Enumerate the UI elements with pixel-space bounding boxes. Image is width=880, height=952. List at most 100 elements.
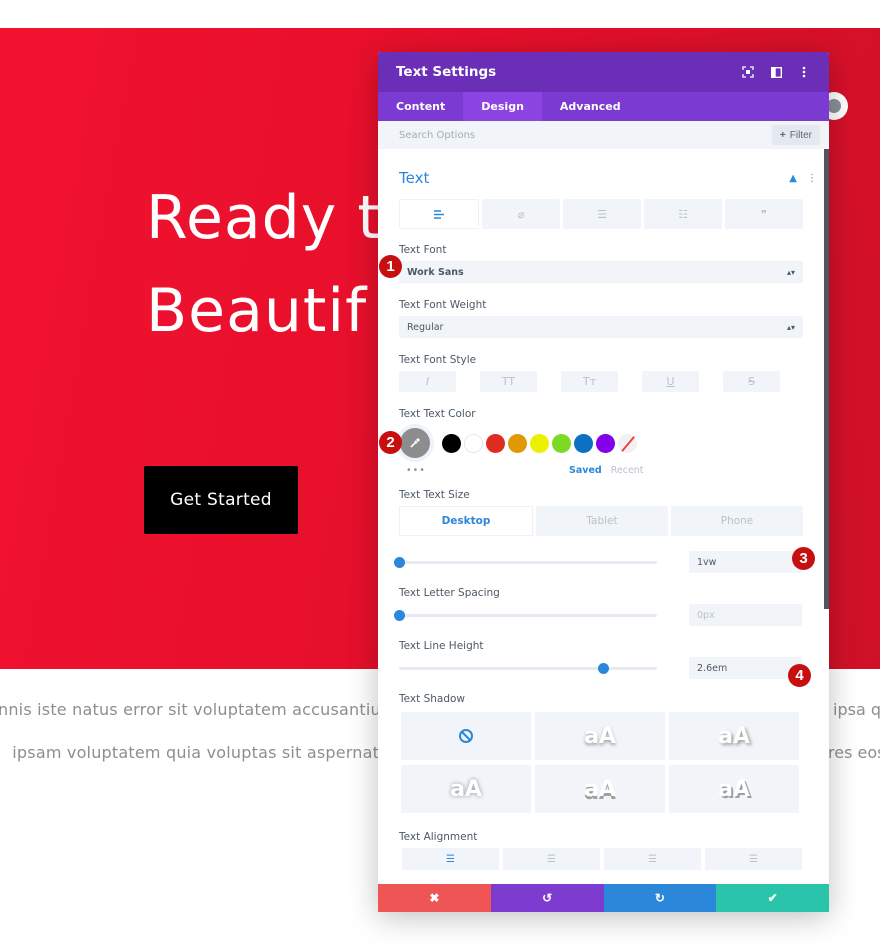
scrollbar[interactable]: [824, 149, 829, 609]
globe-icon: [827, 99, 841, 113]
filter-button[interactable]: + Filter: [771, 125, 820, 145]
text-section-header[interactable]: Text ▲ ⋮: [378, 157, 829, 199]
transparent-swatch[interactable]: [618, 433, 637, 453]
align-left-icon: ☰: [446, 853, 455, 865]
search-options-input[interactable]: Search Options: [399, 130, 772, 141]
align-justify-button[interactable]: ☰: [705, 848, 802, 870]
filter-label: Filter: [789, 129, 812, 141]
color-swatch[interactable]: [530, 433, 549, 453]
tab-advanced[interactable]: Advanced: [542, 92, 639, 121]
align-justify-icon: ☰: [749, 853, 758, 865]
modal-body: Text ▲ ⋮ ⌀ ☰ ☷ ❞ Text Font Work Sans ▴▾ …: [378, 149, 829, 882]
eyedropper-icon: [410, 438, 420, 448]
redo-button[interactable]: ↻: [603, 884, 717, 912]
undo-icon: ↺: [542, 891, 553, 905]
color-swatch[interactable]: [596, 433, 615, 453]
color-picker-button[interactable]: [400, 428, 430, 458]
underline-button[interactable]: U: [642, 371, 699, 392]
focus-icon[interactable]: [741, 65, 755, 79]
callout-badge-2: 2: [379, 431, 402, 454]
saved-colors-tab[interactable]: Saved: [569, 465, 602, 476]
shadow-preset-option[interactable]: aA: [535, 765, 665, 813]
get-started-button[interactable]: Get Started: [144, 466, 298, 534]
text-color-label: Text Text Color: [399, 408, 476, 420]
modal-tabs: Content Design Advanced: [378, 92, 829, 121]
unordered-list-icon: ☰: [597, 207, 607, 221]
shadow-preset-option[interactable]: aA: [669, 712, 799, 760]
shadow-preset-option[interactable]: aA: [535, 712, 665, 760]
uppercase-icon: TT: [501, 375, 516, 388]
device-tab-phone[interactable]: Phone: [671, 506, 803, 536]
text-type-tabs: ⌀ ☰ ☷ ❞: [399, 199, 803, 229]
slider-handle[interactable]: [597, 662, 609, 674]
align-left-icon: [434, 209, 444, 219]
text-type-ordered-list[interactable]: ☷: [644, 199, 722, 229]
section-title: Text: [399, 169, 430, 187]
color-swatch[interactable]: [508, 433, 527, 453]
color-swatch[interactable]: [574, 433, 593, 453]
align-center-button[interactable]: ☰: [503, 848, 600, 870]
underline-icon: U: [666, 375, 675, 388]
device-tab-desktop[interactable]: Desktop: [399, 506, 533, 536]
color-swatch[interactable]: [486, 433, 505, 453]
letter-spacing-slider[interactable]: [394, 609, 657, 621]
modal-title: Text Settings: [396, 64, 497, 80]
link-icon: ⌀: [517, 207, 525, 221]
callout-badge-3: 3: [792, 547, 815, 570]
no-shadow-icon: [459, 729, 473, 743]
recent-colors-tab[interactable]: Recent: [611, 465, 644, 476]
hero-title: Ready t Beautif: [146, 183, 382, 346]
italic-button[interactable]: I: [399, 371, 456, 392]
text-size-input[interactable]: 1vw: [689, 551, 802, 573]
color-swatch[interactable]: [442, 433, 461, 453]
strikethrough-button[interactable]: S: [723, 371, 780, 392]
letter-spacing-input[interactable]: 0px: [689, 604, 802, 626]
italic-icon: I: [425, 375, 430, 388]
text-font-weight-value: Regular: [407, 321, 444, 333]
split-view-icon[interactable]: [769, 65, 783, 79]
text-type-link[interactable]: ⌀: [482, 199, 560, 229]
shadow-none-option[interactable]: [401, 712, 531, 760]
text-size-slider[interactable]: [394, 556, 657, 568]
capitalize-button[interactable]: Tт: [561, 371, 618, 392]
slider-handle[interactable]: [394, 556, 405, 568]
text-type-unordered-list[interactable]: ☰: [563, 199, 641, 229]
select-arrows-icon: ▴▾: [786, 322, 795, 332]
line-height-label: Text Line Height: [399, 640, 484, 652]
color-swatch[interactable]: [464, 433, 483, 453]
text-font-style-label: Text Font Style: [399, 354, 477, 366]
text-font-select[interactable]: Work Sans ▴▾: [399, 261, 803, 283]
device-tab-tablet[interactable]: Tablet: [536, 506, 668, 536]
shadow-preset-option[interactable]: aA: [401, 765, 531, 813]
capitalize-icon: Tт: [582, 375, 597, 388]
strikethrough-icon: S: [748, 375, 755, 388]
align-left-button[interactable]: ☰: [402, 848, 499, 870]
more-vertical-icon[interactable]: [797, 65, 811, 79]
body-text-fragment: ipsa q: [833, 700, 880, 719]
uppercase-button[interactable]: TT: [480, 371, 537, 392]
shadow-preset-option[interactable]: aA: [669, 765, 799, 813]
discard-button[interactable]: ✖: [378, 884, 491, 912]
chevron-up-icon[interactable]: ▲: [789, 173, 797, 184]
tab-design[interactable]: Design: [463, 92, 542, 121]
callout-badge-1: 1: [379, 255, 402, 278]
more-vertical-icon[interactable]: ⋮: [807, 173, 817, 184]
slider-handle[interactable]: [394, 609, 405, 621]
plus-icon: +: [779, 129, 786, 141]
line-height-input[interactable]: 2.6em: [689, 657, 802, 679]
text-alignment-label: Text Alignment: [399, 831, 478, 843]
align-right-icon: ☰: [648, 853, 657, 865]
line-height-slider[interactable]: [399, 662, 657, 674]
save-button[interactable]: ✔: [716, 884, 829, 912]
redo-icon: ↻: [654, 891, 665, 905]
more-colors-icon[interactable]: •••: [406, 465, 569, 476]
text-font-weight-select[interactable]: Regular ▴▾: [399, 316, 803, 338]
text-type-paragraph[interactable]: [399, 199, 479, 229]
tab-content[interactable]: Content: [378, 92, 463, 121]
text-type-quote[interactable]: ❞: [725, 199, 803, 229]
color-swatch[interactable]: [552, 433, 571, 453]
align-right-button[interactable]: ☰: [604, 848, 701, 870]
undo-button[interactable]: ↺: [490, 884, 604, 912]
modal-header[interactable]: Text Settings: [378, 52, 829, 92]
align-center-icon: ☰: [547, 853, 556, 865]
